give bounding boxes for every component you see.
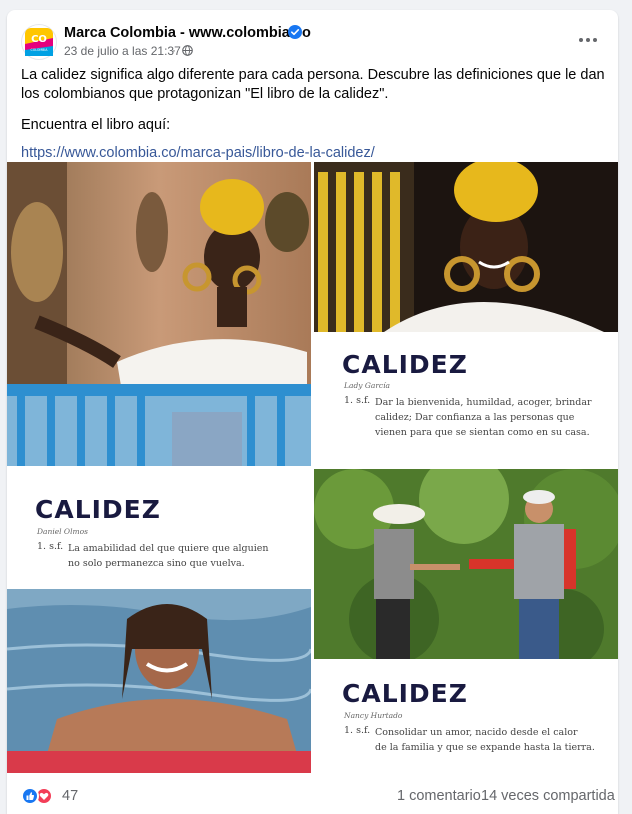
definition-text: La amabilidad del que quiere que alguien… [68,541,269,571]
globe-icon[interactable] [182,45,193,56]
definition-line: de la familia y que se expande hasta la … [375,742,595,753]
photo-farmers [314,469,618,659]
definition-line: Dar la bienvenida, humildad, acoger, bri… [375,397,592,408]
post-header: CO COLOMBIA Marca Colombia - www.colombi… [7,10,618,70]
photo-4[interactable]: CALIDEZ Nancy Hurtado 1. s.f. Consolidar… [314,469,618,773]
more-icon[interactable] [573,30,603,50]
definition-title: CALIDEZ [35,495,161,524]
post-timestamp[interactable]: 23 de julio a las 21:37 [64,44,181,58]
definition-line: vienen para que se sientan como en su ca… [375,427,590,438]
verified-icon [288,25,302,39]
reaction-count[interactable]: 47 [62,788,78,804]
post-cta: Encuentra el libro aquí: [21,117,171,133]
photo-3[interactable]: CALIDEZ Daniel Olmos 1. s.f. La amabilid… [7,469,311,773]
post-link[interactable]: https://www.colombia.co/marca-pais/libro… [21,144,606,163]
definition-title: CALIDEZ [342,679,468,708]
definition-person: Daniel Olmos [37,527,88,536]
like-icon [21,787,39,805]
photo-2[interactable]: CALIDEZ Lady García 1. s.f. Dar la bienv… [314,162,618,466]
definition-title: CALIDEZ [342,350,468,379]
definition-text: Consolidar un amor, nacido desde el calo… [375,725,595,755]
separator-dot: · [172,43,176,57]
page-name[interactable]: Marca Colombia - www.colombia.co [64,25,311,41]
definition-line: no solo permanezca sino que vuelva. [68,558,245,569]
definition-line: Consolidar un amor, nacido desde el calo… [375,727,578,738]
post-footer: 47 1 comentario 14 veces compartida [7,780,618,814]
post-body: La calidez significa algo diferente para… [21,66,606,163]
logo-subtext: COLOMBIA [31,48,49,52]
post-card: CO COLOMBIA Marca Colombia - www.colombi… [7,10,618,814]
definition-number: 1. s.f. [37,541,64,552]
comments-count[interactable]: 1 comentario [397,788,481,804]
photo-woman-portrait [314,162,618,332]
definition-person: Lady García [344,381,390,390]
marca-colombia-logo: CO COLOMBIA [25,28,53,56]
photo-woman-balcony [7,162,311,466]
definition-line: calidez; Dar confianza a las personas qu… [375,412,575,423]
post-text: La calidez significa algo diferente para… [21,67,605,102]
photo-man-sea [7,589,311,773]
shares-count[interactable]: 14 veces compartida [481,788,615,804]
definition-line: La amabilidad del que quiere que alguien [68,543,269,554]
photo-grid: CALIDEZ Lady García 1. s.f. Dar la bienv… [7,162,618,773]
logo-text: CO [31,34,47,45]
photo-1[interactable] [7,162,311,466]
definition-person: Nancy Hurtado [344,711,403,720]
definition-number: 1. s.f. [344,725,371,736]
reactions[interactable] [21,787,55,805]
page-avatar[interactable]: CO COLOMBIA [21,24,57,60]
definition-number: 1. s.f. [344,395,371,406]
definition-text: Dar la bienvenida, humildad, acoger, bri… [375,395,592,440]
